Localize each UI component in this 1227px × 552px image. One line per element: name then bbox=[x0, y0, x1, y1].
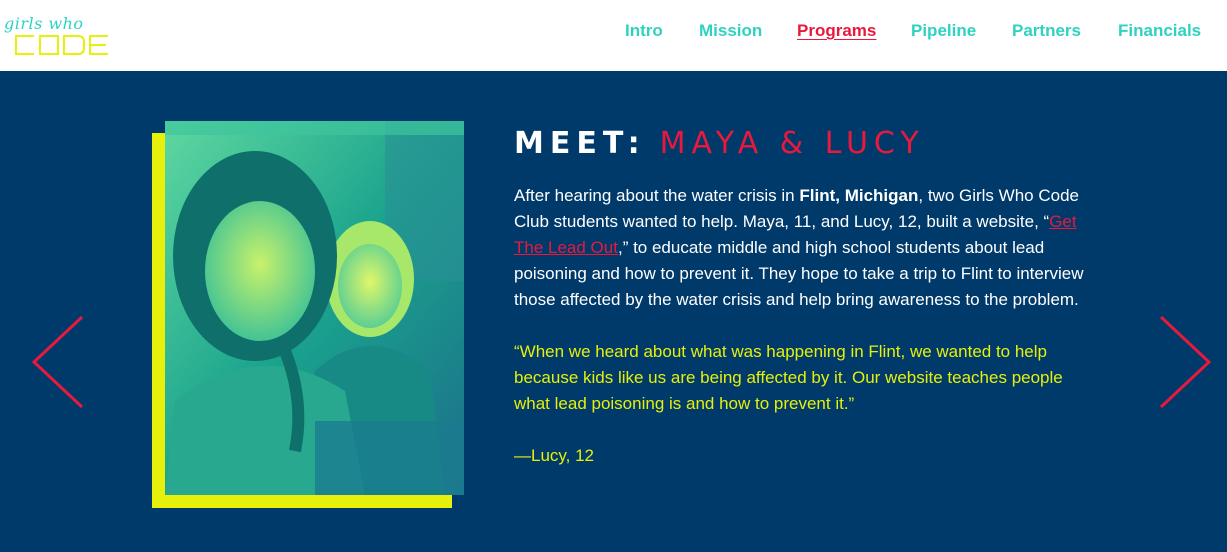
title-names: MAYA & LUCY bbox=[659, 126, 925, 161]
chevron-left-icon bbox=[31, 315, 84, 409]
site-header: girls who Intro Mission Programs Pipelin… bbox=[0, 0, 1227, 71]
feature-title: MEET: MAYA & LUCY bbox=[514, 127, 1094, 163]
nav-intro[interactable]: Intro bbox=[625, 21, 663, 41]
nav-pipeline[interactable]: Pipeline bbox=[911, 21, 976, 41]
nav-partners[interactable]: Partners bbox=[1012, 21, 1081, 41]
nav-programs[interactable]: Programs bbox=[797, 21, 876, 41]
main-nav: Intro Mission Programs Pipeline Partners… bbox=[0, 21, 1227, 45]
feature-description: After hearing about the water crisis in … bbox=[514, 183, 1094, 313]
next-slide-button[interactable] bbox=[1157, 315, 1213, 416]
feature-content: MEET: MAYA & LUCY After hearing about the… bbox=[514, 127, 1094, 469]
feature-quote: “When we heard about what was happening … bbox=[514, 342, 1063, 413]
nav-mission[interactable]: Mission bbox=[699, 21, 762, 41]
nav-financials[interactable]: Financials bbox=[1118, 21, 1201, 41]
program-feature-section: MEET: MAYA & LUCY After hearing about the… bbox=[0, 71, 1227, 552]
chevron-right-icon bbox=[1159, 315, 1212, 409]
description-part-1: After hearing about the water crisis in bbox=[514, 186, 800, 205]
title-lead: MEET: bbox=[514, 126, 646, 161]
description-place: Flint, Michigan bbox=[799, 186, 919, 205]
quote-attribution: —Lucy, 12 bbox=[514, 446, 595, 465]
maya-and-lucy-photo bbox=[165, 121, 464, 495]
previous-slide-button[interactable] bbox=[30, 315, 86, 416]
